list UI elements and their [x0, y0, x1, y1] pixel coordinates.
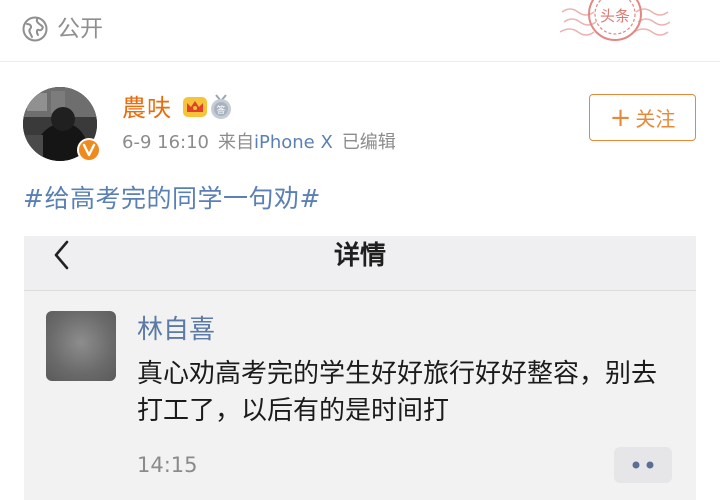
plus-icon: +	[609, 102, 632, 133]
author-username[interactable]: 農呋	[122, 92, 172, 124]
comment-time: 14:15	[137, 453, 198, 477]
post-source[interactable]: iPhone X	[254, 132, 333, 153]
post-source-prefix: 来自	[218, 132, 254, 153]
comment-text: 真心劝高考完的学生好好旅行好好整容，别去打工了，以后有的是时间打	[137, 359, 658, 426]
detail-header: 详情	[24, 236, 696, 291]
comment-author-name: 林自喜	[137, 315, 216, 345]
post-meta: 6-9 16:10 来自iPhone X 已编辑	[122, 130, 405, 156]
vip-crown-icon	[183, 97, 207, 117]
detail-title: 详情	[333, 241, 386, 271]
stamp-text: 头条	[600, 7, 630, 25]
comment-avatar	[46, 311, 116, 381]
divider	[0, 61, 720, 62]
visibility-bar: 公开 头条	[0, 0, 720, 62]
follow-button[interactable]: + 关注	[589, 94, 696, 141]
medal-icon: 答	[211, 94, 231, 119]
stamp-icon: 头条	[560, 0, 670, 41]
more-button	[614, 447, 672, 483]
globe-icon	[22, 16, 48, 42]
post-date: 6-9 16:10	[122, 132, 209, 153]
embedded-screenshot[interactable]: 详情 林自喜 真心劝高考完的学生好好旅行好好整容，别去打工了，以后有的是时间打 …	[24, 236, 696, 500]
follow-label: 关注	[635, 107, 676, 131]
hashtag-link[interactable]: #给高考完的同学一句劝#	[23, 182, 321, 216]
post-edited[interactable]: 已编辑	[342, 132, 396, 153]
more-dots-icon	[632, 461, 654, 469]
svg-text:答: 答	[216, 104, 225, 116]
verified-badge-icon	[77, 138, 101, 162]
visibility-label: 公开	[57, 16, 103, 42]
